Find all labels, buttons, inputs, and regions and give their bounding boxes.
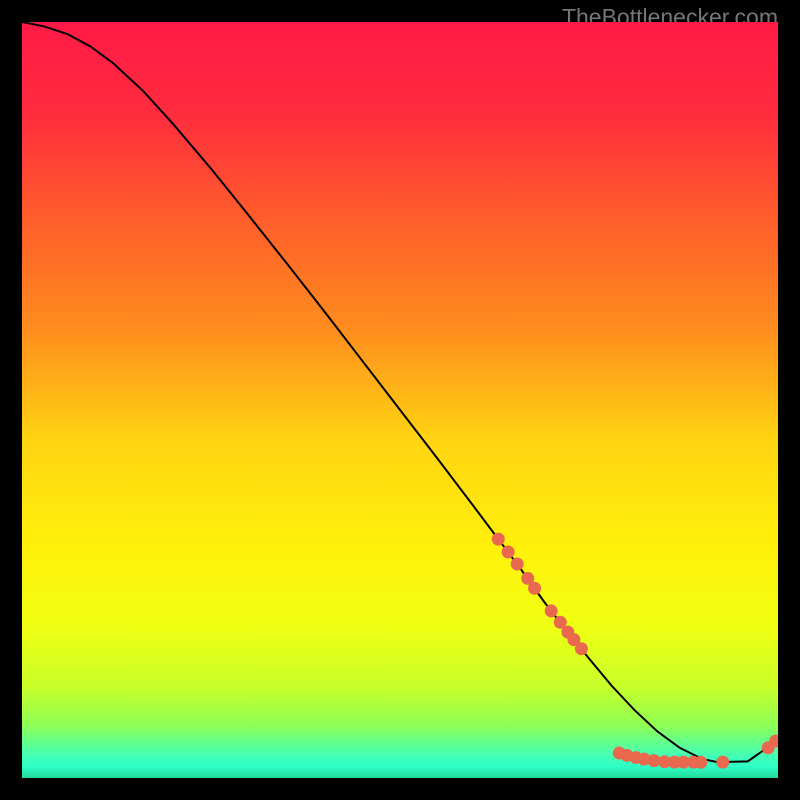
data-point — [529, 582, 541, 594]
chart-svg — [22, 22, 778, 778]
data-point — [575, 643, 587, 655]
data-point — [545, 605, 557, 617]
data-point — [511, 558, 523, 570]
data-point — [554, 616, 566, 628]
data-point — [695, 756, 707, 768]
data-point — [502, 546, 514, 558]
data-point — [770, 735, 778, 747]
data-point — [492, 533, 504, 545]
data-point — [717, 756, 729, 768]
gradient-background — [22, 22, 778, 778]
chart-container: TheBottlenecker.com — [0, 0, 800, 800]
plot-area — [22, 22, 778, 778]
